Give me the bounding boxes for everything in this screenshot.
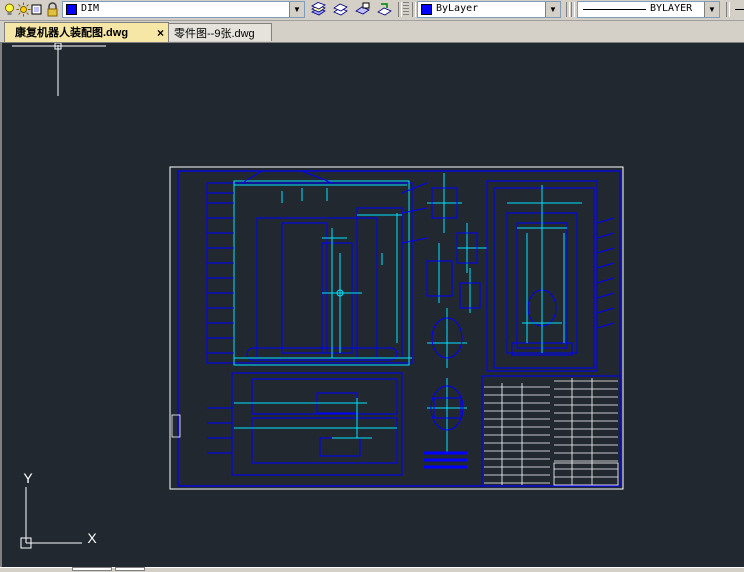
linetype-dropdown[interactable]: BYLAYER ▼ xyxy=(577,1,720,18)
toolbar-separator xyxy=(566,2,570,17)
make-current-icon[interactable] xyxy=(355,2,370,17)
lightbulb-icon[interactable] xyxy=(2,2,17,17)
toolbar-separator xyxy=(571,2,575,17)
chevron-down-icon[interactable]: ▼ xyxy=(545,2,560,17)
lock-icon[interactable] xyxy=(45,2,60,17)
linetype-value: BYLAYER xyxy=(650,3,693,14)
layer-name-value: DIM xyxy=(81,3,100,14)
model-space: Y X xyxy=(12,43,624,549)
toolbar-grip xyxy=(398,2,402,17)
layer-previous-icon[interactable] xyxy=(377,2,392,17)
ucs-icon xyxy=(20,487,82,549)
layer-dropdown[interactable]: DIM ▼ xyxy=(62,1,305,18)
tab-layout[interactable] xyxy=(115,567,145,571)
toolbar-separator xyxy=(412,2,416,17)
lineweight-preview[interactable] xyxy=(735,9,744,10)
color-swatch xyxy=(421,4,432,15)
crosshair-cursor xyxy=(12,43,106,96)
color-value: ByLayer xyxy=(436,3,479,14)
ucs-y-label: Y xyxy=(23,470,33,486)
layer-states-icon[interactable] xyxy=(333,2,348,17)
toolbar-separator xyxy=(726,2,730,17)
ucs-x-label: X xyxy=(87,530,97,546)
tab-label: 零件图--9张.dwg xyxy=(174,28,255,40)
properties-toolbar: DIM ▼ ByLayer ▼ BYLAYER ▼ xyxy=(0,0,744,21)
document-tabs: 康复机器人装配图.dwg × 零件图--9张.dwg xyxy=(0,21,744,43)
layer-properties-icon[interactable] xyxy=(311,2,326,17)
tab-model[interactable] xyxy=(72,567,112,571)
assembly-drawing xyxy=(171,170,621,487)
layer-color-swatch xyxy=(66,4,77,15)
color-dropdown[interactable]: ByLayer ▼ xyxy=(417,1,561,18)
toolbar-grip[interactable] xyxy=(403,2,409,17)
tab-label: 康复机器人装配图.dwg xyxy=(15,27,129,39)
drawing-frame xyxy=(177,170,621,487)
sun-icon[interactable] xyxy=(16,2,31,17)
tab-document[interactable]: 零件图--9张.dwg xyxy=(168,23,272,41)
close-icon[interactable]: × xyxy=(157,27,164,39)
chevron-down-icon[interactable]: ▼ xyxy=(289,2,304,17)
tab-active-document[interactable]: 康复机器人装配图.dwg xyxy=(4,22,169,42)
linetype-preview xyxy=(583,9,646,10)
drawing-canvas[interactable]: Y X xyxy=(0,43,744,567)
viewport-freeze-icon[interactable] xyxy=(31,2,46,17)
chevron-down-icon[interactable]: ▼ xyxy=(704,2,719,17)
